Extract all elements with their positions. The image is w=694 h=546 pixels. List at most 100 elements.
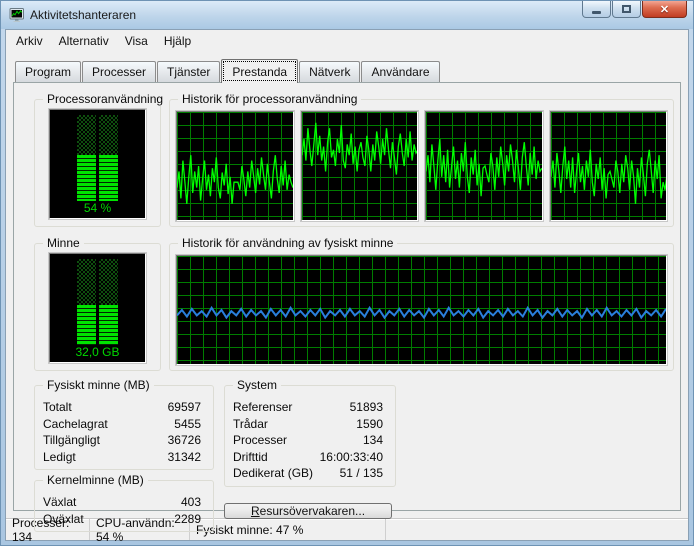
cpu-history-group-title: Historik för processoranvändning — [178, 92, 361, 106]
stat-label: Totalt — [43, 399, 72, 416]
stats-section: Fysiskt minne (MB) Totalt 69597 Cachelagr… — [34, 379, 674, 505]
stat-row-drifttid: Drifttid 16:00:33:40 — [233, 449, 383, 466]
memory-meter-columns — [50, 259, 145, 345]
stat-row-cachelagrat: Cachelagrat 5455 — [43, 416, 201, 433]
memory-usage-meter: 32,0 GB — [49, 253, 146, 363]
close-icon: ✕ — [660, 3, 669, 16]
kernel-memory-group: Kernelminne (MB) Växlat403 Oväxlat2289 — [34, 480, 214, 532]
stat-row-tillgangligt: Tillgängligt 36726 — [43, 432, 201, 449]
content-area: Program Processer Tjänster Prestanda Nät… — [6, 52, 688, 518]
stat-value: 69597 — [168, 399, 201, 416]
stat-label: Trådar — [233, 416, 268, 433]
cpu-usage-value: 54 % — [50, 201, 145, 216]
stat-value: 134 — [363, 432, 383, 449]
stat-value: 1590 — [356, 416, 383, 433]
memory-meter-dim-segment — [99, 259, 118, 305]
system-group: System Referenser51893 Trådar1590 Proces… — [224, 385, 396, 487]
memory-history-graph — [176, 255, 667, 365]
stat-row-referenser: Referenser 51893 — [233, 399, 383, 416]
maximize-icon — [622, 5, 631, 13]
cpu-usage-group: Processoranvändning 54 % — [34, 99, 161, 227]
cpu-history-graphs — [176, 111, 667, 221]
resource-monitor-button[interactable]: Resursövervakaren... — [224, 503, 392, 519]
stat-label: Cachelagrat — [43, 416, 108, 433]
cpu-history-group: Historik för processoranvändning — [169, 99, 674, 227]
kernel-memory-title: Kernelminne (MB) — [43, 473, 148, 487]
stat-label: Växlat — [43, 494, 76, 511]
tab-processer[interactable]: Processer — [82, 61, 156, 82]
stat-value: 5455 — [174, 416, 201, 433]
menu-arkiv[interactable]: Arkiv — [8, 32, 51, 50]
memory-usage-value: 32,0 GB — [50, 345, 145, 360]
tabstrip: Program Processer Tjänster Prestanda Nät… — [13, 56, 681, 82]
close-button[interactable]: ✕ — [642, 1, 687, 18]
menubar: Arkiv Alternativ Visa Hjälp — [6, 30, 688, 52]
stat-label: Processer — [233, 432, 287, 449]
cpu-meter-columns — [50, 115, 145, 201]
system-title: System — [233, 378, 281, 392]
memory-meter-dim-segment — [77, 259, 96, 305]
stat-label: Ledigt — [43, 449, 76, 466]
minimize-button[interactable] — [582, 1, 611, 18]
physical-memory-title: Fysiskt minne (MB) — [43, 378, 154, 392]
stat-value: 51893 — [350, 399, 383, 416]
client-frame: Arkiv Alternativ Visa Hjälp Program Proc… — [5, 29, 689, 541]
cpu-usage-group-title: Processoranvändning — [43, 92, 167, 106]
tab-anvandare[interactable]: Användare — [361, 61, 439, 82]
stat-row-totalt: Totalt 69597 — [43, 399, 201, 416]
stat-value: 51 / 135 — [340, 465, 383, 482]
stat-value: 31342 — [168, 449, 201, 466]
tab-tjanster[interactable]: Tjänster — [157, 61, 220, 82]
stat-row-ledigt: Ledigt 31342 — [43, 449, 201, 466]
memory-history-graphs — [176, 255, 667, 365]
status-filler — [386, 519, 688, 540]
cpu-history-graph-3 — [425, 111, 543, 221]
stat-row-processer: Processer 134 — [233, 432, 383, 449]
cpu-history-graph-2 — [301, 111, 419, 221]
physical-memory-group: Fysiskt minne (MB) Totalt69597 Cachelagr… — [34, 385, 214, 470]
stat-row-ovaxlat: Oväxlat 2289 — [43, 511, 201, 528]
memory-row: Minne 32,0 GB Historik för användning av… — [34, 237, 674, 371]
memory-history-group: Historik för användning av fysiskt minne — [169, 243, 674, 371]
stat-label: Referenser — [233, 399, 292, 416]
menu-alternativ[interactable]: Alternativ — [51, 32, 117, 50]
performance-tab-page: Processoranvändning 54 % Historik för pr… — [13, 82, 681, 511]
cpu-usage-meter: 54 % — [49, 109, 146, 219]
stat-row-vaxlat: Växlat 403 — [43, 494, 201, 511]
stat-row-tradar: Trådar 1590 — [233, 416, 383, 433]
cpu-history-graph-4 — [550, 111, 668, 221]
tab-program[interactable]: Program — [15, 61, 81, 82]
memory-usage-group-title: Minne — [43, 236, 84, 250]
tab-prestanda[interactable]: Prestanda — [221, 59, 298, 83]
stat-value: 403 — [181, 494, 201, 511]
cpu-row: Processoranvändning 54 % Historik för pr… — [34, 93, 674, 227]
tab-natverk[interactable]: Nätverk — [299, 61, 360, 82]
memory-meter-lit-segment — [77, 305, 96, 345]
cpu-meter-dim-segment — [77, 115, 96, 155]
stat-label: Dedikerat (GB) — [233, 465, 313, 482]
stat-value: 36726 — [168, 432, 201, 449]
cpu-meter-lit-segment — [77, 155, 96, 201]
stat-value: 16:00:33:40 — [320, 449, 383, 466]
titlebar[interactable]: Aktivitetshanteraren ✕ — [1, 1, 693, 29]
cpu-meter-dim-segment — [99, 115, 118, 155]
stat-row-dedikerat: Dedikerat (GB) 51 / 135 — [233, 465, 383, 482]
resource-monitor-button-label: Resursövervakaren... — [251, 504, 365, 518]
window-controls: ✕ — [582, 1, 687, 29]
menu-visa[interactable]: Visa — [117, 32, 156, 50]
window-title: Aktivitetshanteraren — [30, 8, 582, 22]
menu-hjalp[interactable]: Hjälp — [156, 32, 199, 50]
stat-label: Oväxlat — [43, 511, 84, 528]
task-manager-icon — [9, 7, 25, 23]
memory-meter-lit-segment — [99, 305, 118, 345]
status-physical-memory: Fysiskt minne: 47 % — [190, 519, 386, 540]
cpu-meter-lit-segment — [99, 155, 118, 201]
stat-value: 2289 — [174, 511, 201, 528]
maximize-button[interactable] — [612, 1, 641, 18]
memory-usage-group: Minne 32,0 GB — [34, 243, 161, 371]
stat-label: Drifttid — [233, 449, 268, 466]
minimize-icon — [592, 11, 601, 14]
task-manager-window: Aktivitetshanteraren ✕ Arkiv Alternativ … — [0, 0, 694, 546]
stat-label: Tillgängligt — [43, 432, 100, 449]
memory-history-group-title: Historik för användning av fysiskt minne — [178, 236, 397, 250]
